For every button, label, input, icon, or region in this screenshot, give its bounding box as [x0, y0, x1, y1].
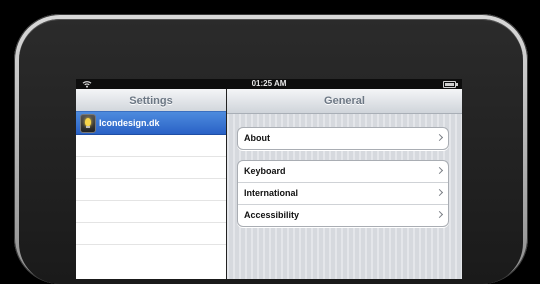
- cell-label: International: [244, 188, 299, 198]
- status-bar: 01:25 AM: [76, 79, 462, 89]
- ipad-screen: 01:25 AM Settings Icondesign.dk General …: [76, 79, 462, 279]
- chevron-right-icon: [435, 188, 444, 197]
- cell-about[interactable]: About: [238, 128, 448, 149]
- sidebar-item-label: Icondesign.dk: [99, 118, 160, 128]
- settings-group-input: Keyboard International Accessibility: [237, 160, 449, 227]
- settings-group-about: About: [237, 127, 449, 150]
- chevron-right-icon: [435, 166, 444, 175]
- cell-accessibility[interactable]: Accessibility: [238, 205, 448, 226]
- cell-label: Keyboard: [244, 166, 286, 176]
- master-pane: Settings Icondesign.dk: [76, 89, 226, 279]
- cell-label: Accessibility: [244, 210, 300, 220]
- lightbulb-icon: [80, 114, 96, 133]
- list-separator: [76, 222, 226, 223]
- list-separator: [76, 156, 226, 157]
- list-separator: [76, 200, 226, 201]
- battery-icon: [443, 81, 458, 88]
- sidebar-item-icondesign[interactable]: Icondesign.dk: [76, 111, 226, 135]
- list-separator: [76, 178, 226, 179]
- status-time: 01:25 AM: [251, 79, 287, 88]
- detail-navbar-title: General: [227, 89, 462, 114]
- chevron-right-icon: [435, 133, 444, 142]
- cell-label: About: [244, 133, 270, 143]
- cell-keyboard[interactable]: Keyboard: [238, 161, 448, 183]
- cell-international[interactable]: International: [238, 183, 448, 205]
- list-separator: [76, 244, 226, 245]
- detail-pane: General About Keyboard International Acc…: [227, 89, 462, 279]
- chevron-right-icon: [435, 210, 444, 219]
